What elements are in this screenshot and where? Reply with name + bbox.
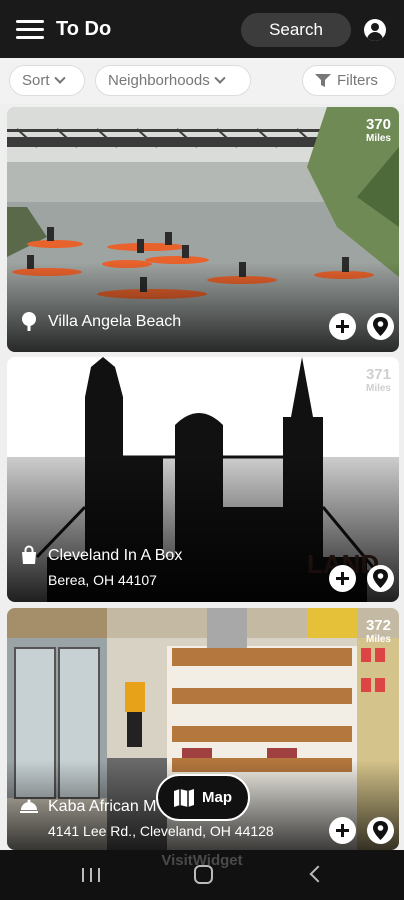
listing-name[interactable]: Cleveland In A Box [48,547,182,565]
sort-label: Sort [22,72,50,89]
listing-name[interactable]: Kaba African M [48,798,157,816]
add-to-trip-button[interactable] [329,565,356,592]
neighborhoods-label: Neighborhoods [108,72,210,89]
location-pin-button[interactable] [367,817,394,844]
system-nav-bar: VisitWidget [0,850,404,900]
distance-value: 372 [365,617,391,634]
map-button[interactable]: Map [156,774,250,821]
distance-badge: 370 Miles [366,117,391,144]
listing-card[interactable]: 370 Miles Villa Angela Beach [7,107,399,352]
location-pin-icon [373,821,388,840]
chevron-down-icon [214,72,226,84]
tree-icon [22,312,36,331]
map-button-label: Map [202,789,232,806]
location-pin-icon [373,569,388,588]
top-app-bar: To Do Search [0,0,404,58]
listing-card[interactable]: LAND 371 Miles Cleveland In A Box Berea,… [7,357,399,602]
location-pin-button[interactable] [367,565,394,592]
search-button[interactable]: Search [241,13,351,47]
distance-value: 371 [365,366,391,383]
shopping-bag-icon [22,545,36,564]
account-icon[interactable] [364,19,386,41]
add-to-trip-button[interactable] [329,817,356,844]
distance-unit: Miles [365,383,391,394]
filter-bar: Sort Neighborhoods Filters [0,58,404,104]
location-pin-button[interactable] [367,313,394,340]
home-icon[interactable] [194,865,213,884]
food-icon [20,799,38,813]
listing-name[interactable]: Villa Angela Beach [48,313,181,331]
hamburger-icon[interactable] [16,20,44,40]
distance-value: 370 [365,116,391,133]
chevron-down-icon [53,72,66,84]
filters-button[interactable]: Filters [302,65,396,96]
distance-badge: 372 Miles [366,618,391,645]
filters-label: Filters [337,72,378,89]
sort-dropdown[interactable]: Sort [9,65,85,96]
neighborhoods-dropdown[interactable]: Neighborhoods [95,65,251,96]
listing-address: 4141 Lee Rd., Cleveland, OH 44128 [48,823,274,839]
listing-address: Berea, OH 44107 [48,572,157,588]
map-icon [174,788,194,807]
add-to-trip-button[interactable] [329,313,356,340]
distance-badge: 371 Miles [366,367,391,394]
filter-funnel-icon [315,73,331,87]
distance-unit: Miles [365,634,391,645]
location-pin-icon [373,317,388,336]
page-title: To Do [56,18,112,40]
recent-apps-icon[interactable] [82,868,100,882]
distance-unit: Miles [365,133,391,144]
